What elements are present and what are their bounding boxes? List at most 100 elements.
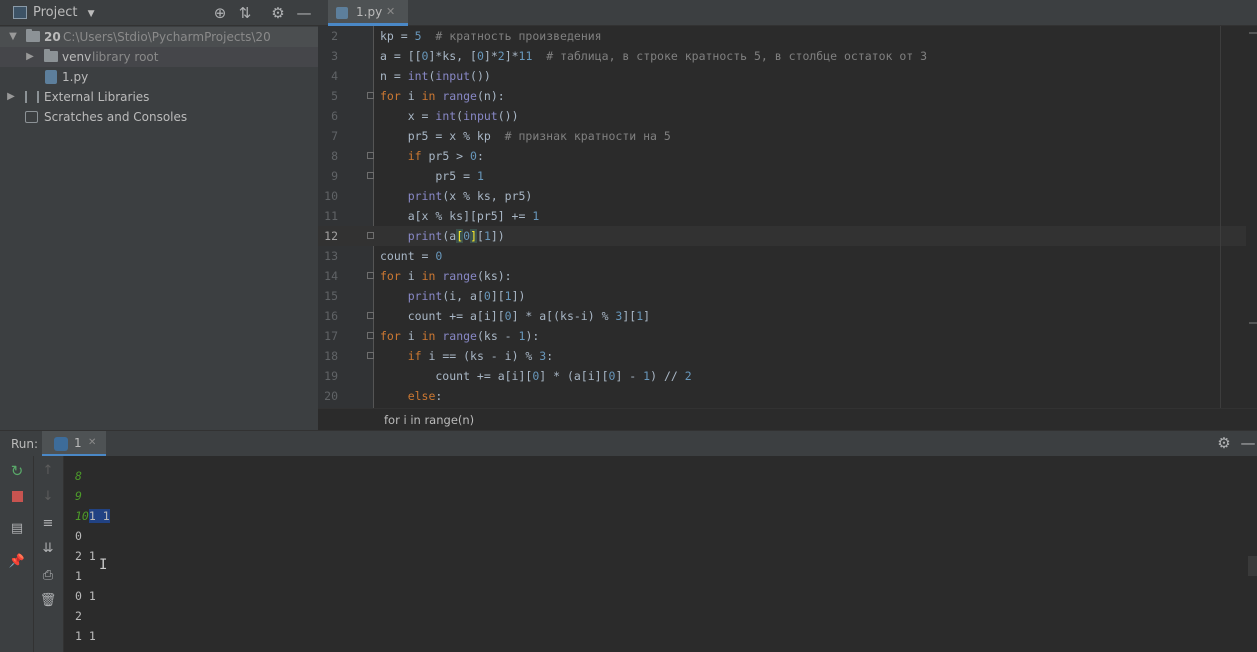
collapse-icon[interactable]: ⇅ [235, 3, 255, 23]
pin-icon[interactable]: 📌 [7, 552, 27, 572]
breadcrumb-item[interactable]: for i in range(n) [384, 409, 474, 431]
code-line[interactable]: 3 a = [[0]*ks, [0]*2]*11 # таблица, в ст… [318, 46, 1257, 66]
folder-icon [44, 49, 58, 62]
code-line[interactable]: 20 else: [318, 386, 1257, 406]
project-toolbar: Project ▼ ⊕ ⇅ ⚙ — [0, 0, 318, 26]
code-line[interactable]: 16 count += a[i][0] * a[(ks-i) % 3][1] [318, 306, 1257, 326]
folder-icon [26, 29, 40, 42]
fold-icon[interactable] [367, 352, 374, 359]
project-view-dropdown[interactable]: Project ▼ [33, 0, 95, 26]
code-line[interactable]: 10 print(x % ks, pr5) [318, 186, 1257, 206]
project-panel: Project ▼ ⊕ ⇅ ⚙ — ▼ 20 C:\Users\Stdio\Py… [0, 0, 318, 430]
console-output-text: 1 1 [75, 629, 96, 643]
gear-icon[interactable]: ⚙ [268, 3, 288, 23]
console-output-text: 1 [75, 569, 82, 583]
code-text: else: [407, 389, 443, 403]
hide-icon[interactable]: — [294, 3, 314, 23]
fold-icon[interactable] [367, 172, 374, 179]
code-line[interactable]: 8 if pr5 > 0: [318, 146, 1257, 166]
console-output[interactable]: 8 9 101 1 0 2 1 1 0 1 2 1 1 I [64, 456, 1257, 652]
console-output-text: 2 1 [75, 549, 96, 563]
right-margin-guide [1220, 26, 1221, 408]
code-text: if i == (ks - i) % 3: [407, 349, 554, 363]
fold-icon[interactable] [367, 312, 374, 319]
editor-scrollbar[interactable] [1246, 26, 1257, 408]
code-line[interactable]: 9 pr5 = 1 [318, 166, 1257, 186]
trash-icon[interactable]: 🗑 [38, 591, 58, 611]
tree-item-venv[interactable]: ▶ venv library root [0, 47, 318, 67]
console-line: 2 [75, 606, 82, 626]
console-line: 0 [75, 526, 82, 546]
layout-icon[interactable]: ▤ [7, 519, 27, 539]
code-text: count += a[i][0] * a[(ks-i) % 3][1] [380, 309, 651, 323]
code-line[interactable]: 15 print(i, a[0][1]) [318, 286, 1257, 306]
scroll-to-end-icon[interactable]: ⇊ [38, 539, 58, 559]
code-line[interactable]: 17 for i in range(ks - 1): [318, 326, 1257, 346]
hide-icon[interactable]: — [1238, 433, 1257, 453]
code-text: pr5 = x % kp # признак кратности на 5 [380, 129, 671, 143]
line-number: 16 [324, 309, 338, 323]
library-icon [25, 91, 39, 103]
arrow-down-icon[interactable]: ↓ [38, 487, 58, 507]
code-text: count += a[i][0] * (a[i][0] - 1) // 2 [380, 369, 692, 383]
code-line[interactable]: 6 x = int(input()) [318, 106, 1257, 126]
code-line[interactable]: 2 kp = 5 # кратность произведения [318, 26, 1257, 46]
code-line[interactable]: 7 pr5 = x % kp # признак кратности на 5 [318, 126, 1257, 146]
python-file-icon [336, 7, 348, 19]
code-text: pr5 = 1 [380, 169, 484, 183]
chevron-down-icon[interactable]: ▼ [7, 27, 19, 47]
code-text: kp = 5 # кратность произведения [380, 29, 602, 43]
gear-icon[interactable]: ⚙ [1214, 433, 1234, 453]
stop-icon[interactable] [12, 491, 23, 502]
line-number: 17 [324, 329, 338, 343]
code-line[interactable]: 14 for i in range(ks): [318, 266, 1257, 286]
console-scrollbar-thumb[interactable] [1248, 556, 1257, 576]
soft-wrap-icon[interactable]: ≡ [38, 514, 58, 534]
line-number: 10 [324, 189, 338, 203]
code-text: for i in range(n): [380, 89, 505, 103]
arrow-up-icon[interactable]: ↑ [38, 461, 58, 481]
tree-item-1py[interactable]: 1.py [0, 67, 318, 87]
code-text: count = 0 [380, 249, 443, 263]
fold-icon[interactable] [367, 232, 374, 239]
line-number: 12 [324, 229, 338, 243]
run-tab-1[interactable]: 1 ✕ [42, 431, 106, 457]
chevron-right-icon[interactable]: ▶ [5, 87, 17, 107]
fold-icon[interactable] [367, 92, 374, 99]
tree-item-label: Scratches and Consoles [44, 110, 188, 124]
fold-icon[interactable] [367, 272, 374, 279]
close-icon[interactable]: ✕ [88, 431, 96, 455]
tree-item-scratches[interactable]: Scratches and Consoles [0, 107, 318, 127]
line-number: 6 [331, 109, 338, 123]
code-line[interactable]: 13 count = 0 [318, 246, 1257, 266]
tree-item-external-libraries[interactable]: ▶ External Libraries [0, 87, 318, 107]
code-line[interactable]: 5 for i in range(n): [318, 86, 1257, 106]
code-line[interactable]: 18 if i == (ks - i) % 3: [318, 346, 1257, 366]
line-number: 15 [324, 289, 338, 303]
code-line[interactable]: 11 a[x % ks][pr5] += 1 [318, 206, 1257, 226]
tree-item-20[interactable]: ▼ 20 C:\Users\Stdio\PycharmProjects\20 [0, 27, 318, 47]
fold-icon[interactable] [367, 332, 374, 339]
line-number: 5 [331, 89, 338, 103]
code-line[interactable]: 4 n = int(input()) [318, 66, 1257, 86]
code-text: for i in range(ks - 1): [380, 329, 540, 343]
code-line-current[interactable]: 12 print(a[0][1]) [318, 226, 1257, 246]
code-text: if pr5 > 0: [407, 149, 484, 163]
print-icon[interactable]: ⎙ [38, 566, 58, 586]
scratches-icon [25, 111, 38, 123]
close-icon[interactable]: ✕ [386, 0, 395, 24]
fold-icon[interactable] [367, 152, 374, 159]
console-output-text: 0 [75, 529, 82, 543]
tab-1py[interactable]: 1.py ✕ [328, 0, 408, 26]
python-icon [54, 437, 68, 451]
code-editor[interactable]: 2 kp = 5 # кратность произведения 3 a = … [318, 26, 1257, 408]
locate-icon[interactable]: ⊕ [210, 3, 230, 23]
chevron-right-icon[interactable]: ▶ [24, 47, 36, 67]
code-line[interactable]: 19 count += a[i][0] * (a[i][0] - 1) // 2 [318, 366, 1257, 386]
console-input: 8 [75, 469, 82, 483]
console-line: 0 1 [75, 586, 96, 606]
run-label: Run: [11, 437, 39, 451]
code-text: a[x % ks][pr5] += 1 [380, 209, 540, 223]
rerun-icon[interactable]: ↻ [7, 461, 27, 481]
line-number: 7 [331, 129, 338, 143]
